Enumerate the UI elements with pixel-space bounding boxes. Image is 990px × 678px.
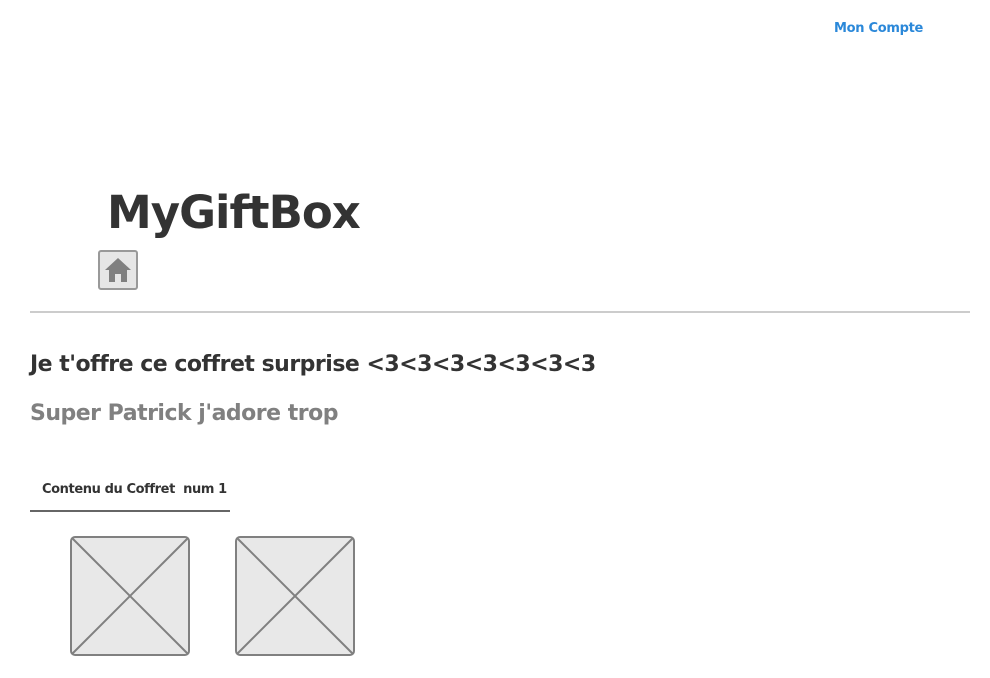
gift-item-image <box>70 536 190 656</box>
image-placeholder-icon <box>70 536 190 656</box>
header-divider <box>30 311 970 313</box>
gift-title: Je t'offre ce coffret surprise <3<3<3<3<… <box>30 352 596 377</box>
account-link[interactable]: Mon Compte <box>834 21 923 36</box>
home-button[interactable] <box>98 250 138 290</box>
image-placeholder-icon <box>235 536 355 656</box>
site-logo: MyGiftBox <box>107 186 361 239</box>
tab-box-contents[interactable]: Contenu du Coffret num 1 <box>30 468 230 512</box>
gift-message: Super Patrick j'adore trop <box>30 401 338 426</box>
gift-item-image <box>235 536 355 656</box>
home-icon <box>103 255 133 285</box>
tab-label: Contenu du Coffret num 1 <box>42 482 227 497</box>
